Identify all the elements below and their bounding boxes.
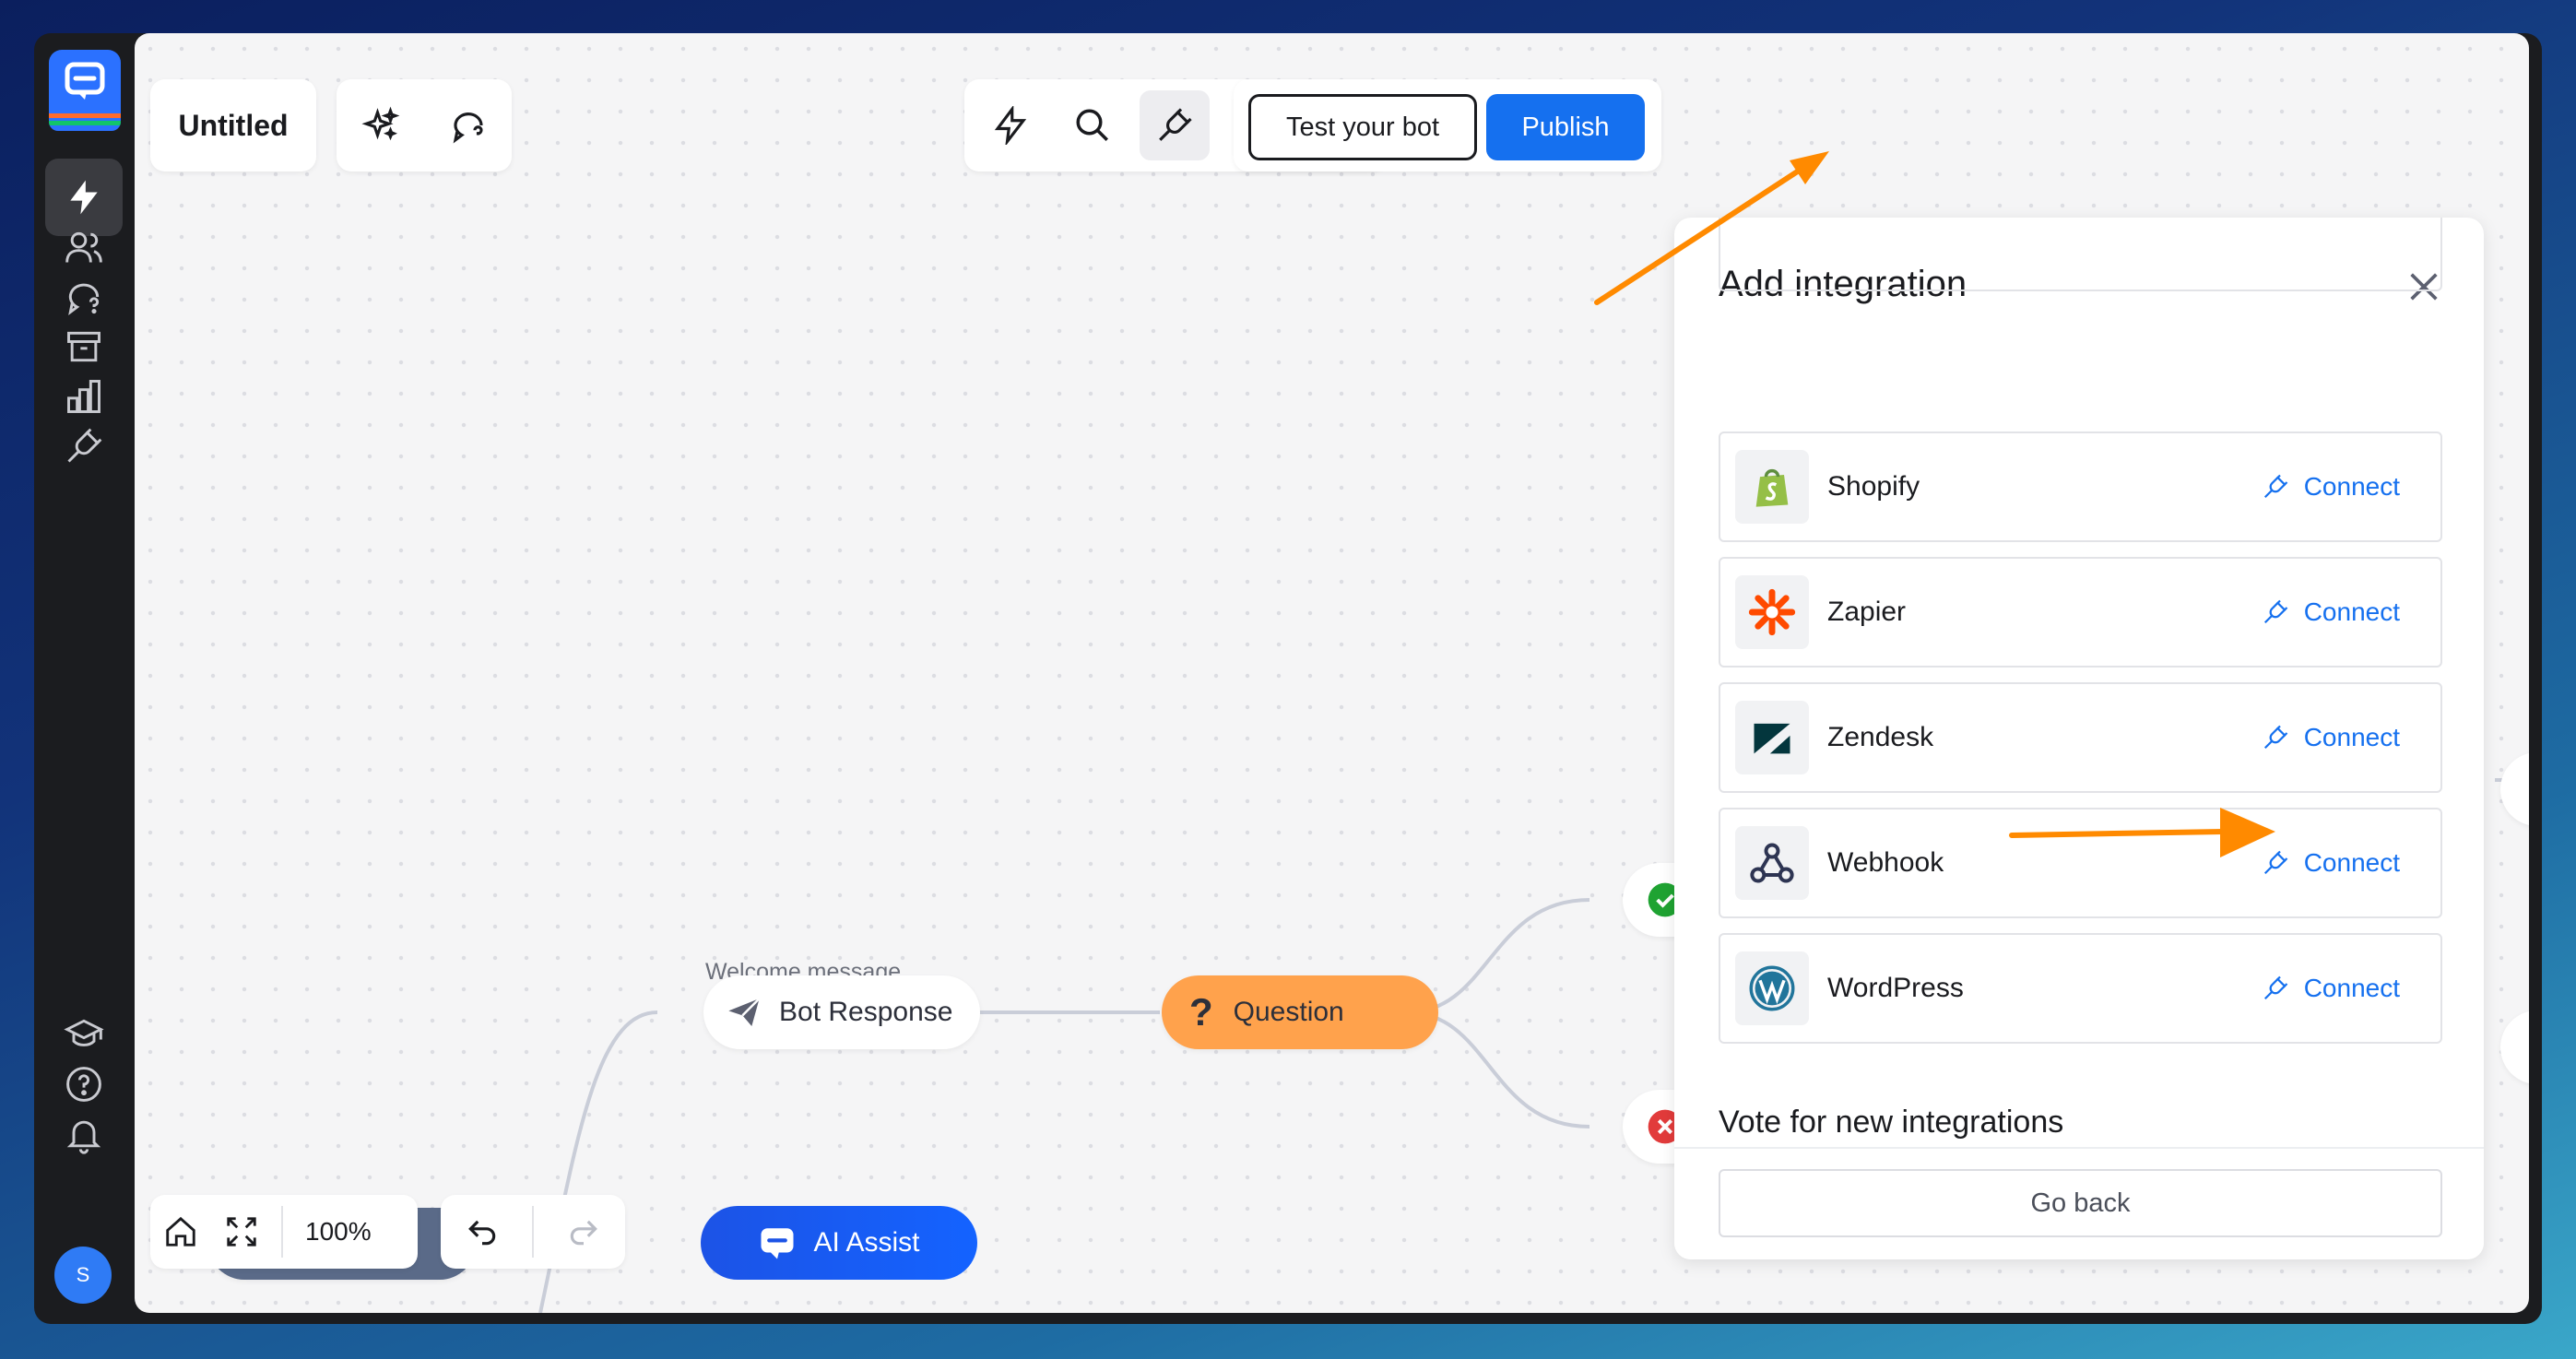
- toolbar-divider: [531, 1206, 534, 1258]
- plug-icon: [67, 428, 102, 463]
- shopify-icon: [1735, 450, 1809, 524]
- app-window: S Untitled Test your bot Publish Welcome…: [34, 33, 2542, 1324]
- integration-row-zapier: Zapier Connect: [1719, 557, 2442, 668]
- assist-toolbar: [337, 79, 512, 171]
- toolbar-divider: [281, 1206, 283, 1258]
- chatbot-logo[interactable]: [49, 50, 121, 131]
- bot-response-node[interactable]: Bot Response: [703, 975, 980, 1049]
- wordpress-icon: [1735, 951, 1809, 1025]
- bot-title-card[interactable]: Untitled: [150, 79, 316, 171]
- plug-icon: [2263, 474, 2287, 499]
- integration-name: Shopify: [1827, 471, 1920, 502]
- triggers-button[interactable]: [975, 90, 1046, 160]
- plug-icon: [2263, 975, 2287, 1000]
- sidebar-item-notifications[interactable]: [45, 1095, 123, 1173]
- bell-icon: [66, 1120, 101, 1154]
- lightning-icon: [995, 106, 1027, 145]
- zoom-level[interactable]: 100%: [305, 1217, 372, 1247]
- integrations-button[interactable]: [1139, 90, 1210, 160]
- plug-icon: [1159, 108, 1192, 141]
- expand-icon: [227, 1217, 256, 1247]
- bot-response-label: Bot Response: [779, 997, 953, 1027]
- chat-question-icon: [453, 112, 483, 144]
- question-node[interactable]: ? Question: [1162, 975, 1438, 1049]
- search-button[interactable]: [1058, 90, 1128, 160]
- connect-label: Connect: [2303, 597, 2400, 626]
- undo-icon: [467, 1220, 495, 1246]
- home-icon: [166, 1216, 195, 1247]
- integration-row-partial: [1719, 218, 2442, 291]
- integration-name: Zendesk: [1827, 722, 1934, 752]
- connect-button[interactable]: Connect: [2262, 597, 2400, 627]
- ai-sparkle-button[interactable]: [346, 90, 416, 160]
- connect-label: Connect: [2303, 723, 2400, 751]
- webhook-icon: [1735, 826, 1809, 900]
- connect-button[interactable]: Connect: [2262, 472, 2400, 502]
- chat-logo-icon: [761, 1228, 794, 1259]
- bot-title[interactable]: Untitled: [178, 109, 288, 143]
- send-icon: [728, 998, 761, 1026]
- connect-button[interactable]: Connect: [2262, 848, 2400, 878]
- flow-canvas[interactable]: Untitled Test your bot Publish Welcome m…: [135, 33, 2529, 1313]
- integration-name: WordPress: [1827, 973, 1964, 1003]
- integration-row-zendesk: Zendesk Connect: [1719, 682, 2442, 793]
- fit-screen-button[interactable]: [211, 1197, 272, 1267]
- sidebar: S: [34, 33, 134, 1324]
- ai-assist-button[interactable]: AI Assist: [701, 1206, 977, 1280]
- connect-label: Connect: [2303, 472, 2400, 501]
- zoom-toolbar: 100%: [150, 1195, 418, 1269]
- integration-row-shopify: Shopify Connect: [1719, 431, 2442, 542]
- connect-button[interactable]: Connect: [2262, 974, 2400, 1003]
- connect-label: Connect: [2303, 974, 2400, 1002]
- integration-row-webhook: Webhook Connect: [1719, 808, 2442, 918]
- publish-button[interactable]: Publish: [1486, 94, 1645, 160]
- chat-logo-icon: [65, 62, 105, 100]
- search-icon: [1076, 109, 1109, 141]
- plug-icon: [2263, 725, 2287, 750]
- test-bot-button[interactable]: Test your bot: [1248, 94, 1477, 160]
- integration-name: Zapier: [1827, 597, 1907, 627]
- plug-icon: [2263, 599, 2287, 624]
- go-back-button[interactable]: Go back: [1719, 1169, 2442, 1237]
- chat-preview-button[interactable]: [433, 90, 503, 160]
- zendesk-icon: [1735, 701, 1809, 774]
- add-integration-panel: Add integration Shopify Connect Zapier C…: [1674, 218, 2484, 1259]
- plug-icon: [2263, 850, 2287, 875]
- integration-name: Webhook: [1827, 847, 1944, 878]
- undo-button[interactable]: [450, 1197, 514, 1267]
- ai-assist-label: AI Assist: [813, 1227, 920, 1258]
- question-mark-icon: ?: [1189, 990, 1213, 1034]
- sparkles-icon: [360, 106, 399, 141]
- zapier-icon: [1735, 575, 1809, 649]
- sidebar-item-integrations[interactable]: [45, 408, 123, 485]
- redo-icon: [571, 1220, 598, 1246]
- connect-button[interactable]: Connect: [2262, 723, 2400, 752]
- avatar[interactable]: S: [54, 1247, 112, 1304]
- integration-row-wordpress: WordPress Connect: [1719, 933, 2442, 1044]
- question-label: Question: [1233, 997, 1344, 1027]
- vote-section-title: Vote for new integrations: [1719, 1105, 2064, 1140]
- home-button[interactable]: [150, 1197, 211, 1267]
- connect-label: Connect: [2303, 848, 2400, 877]
- redo-button[interactable]: [551, 1197, 616, 1267]
- undo-redo-toolbar: [441, 1195, 625, 1269]
